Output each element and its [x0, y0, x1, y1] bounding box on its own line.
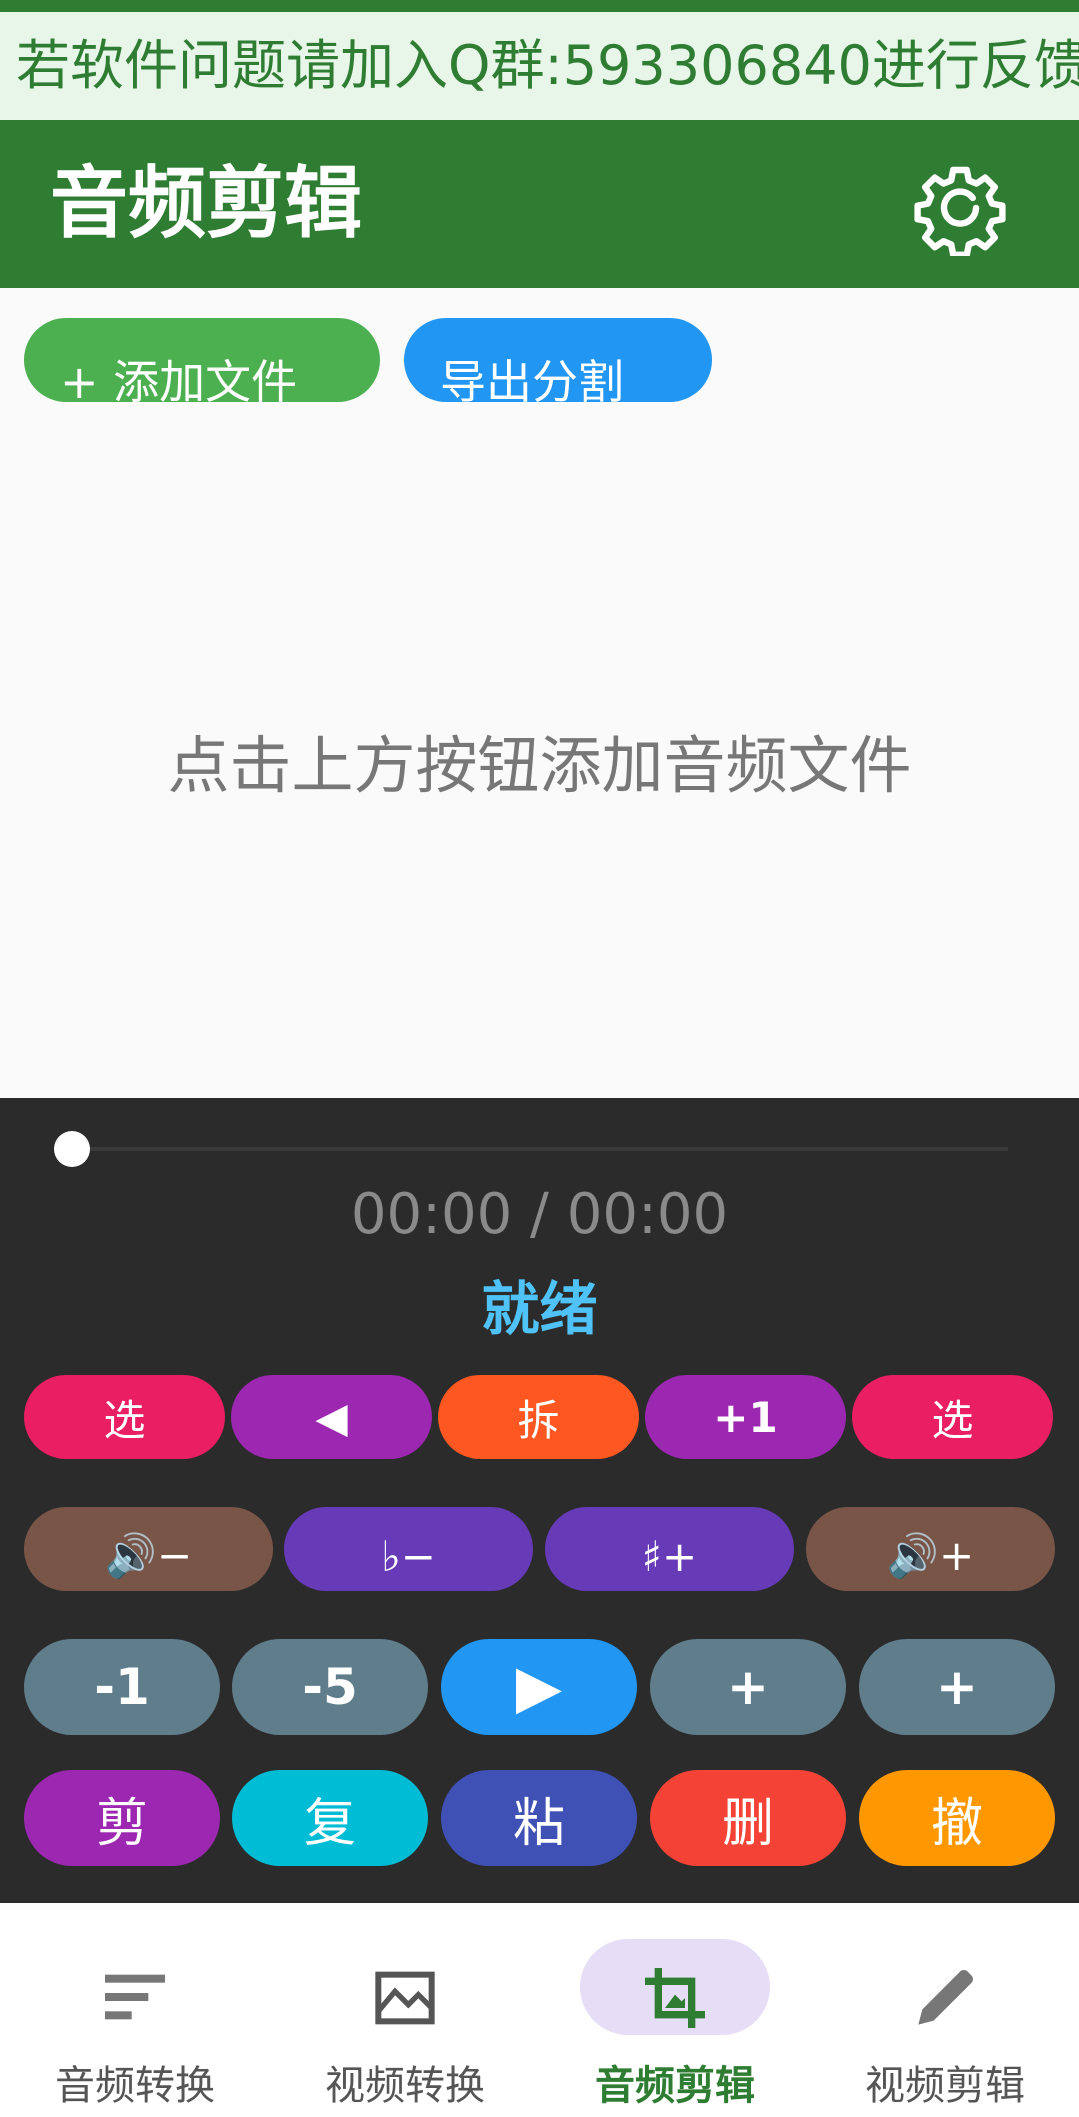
time-readout: 00:00 / 00:00: [350, 1182, 729, 1247]
empty-state-hint: 点击上方按钮添加音频文件: [167, 729, 912, 802]
copy-button[interactable]: 复: [232, 1770, 428, 1866]
image-frame-icon: [375, 1971, 435, 2025]
back-one-button[interactable]: -1: [24, 1639, 220, 1735]
forward-button-2[interactable]: +: [859, 1639, 1055, 1735]
cut-button[interactable]: 剪: [24, 1770, 220, 1866]
play-button[interactable]: ▶: [441, 1639, 637, 1735]
delete-button[interactable]: 删: [650, 1770, 846, 1866]
plus-one-button[interactable]: +1: [645, 1375, 846, 1459]
status-strip: [0, 0, 1079, 12]
export-split-button[interactable]: 导出分割: [404, 318, 712, 402]
forward-button-1[interactable]: +: [650, 1639, 846, 1735]
volume-up-button[interactable]: 🔊+: [806, 1507, 1055, 1591]
nav-item-video-convert[interactable]: 视频转换: [270, 1903, 540, 2117]
crop-icon: [645, 1968, 705, 2028]
previous-button[interactable]: ◀: [231, 1375, 432, 1459]
paste-button[interactable]: 粘: [441, 1770, 637, 1866]
nav-item-audio-convert[interactable]: 音频转换: [0, 1903, 270, 2117]
seek-thumb[interactable]: [54, 1131, 90, 1167]
page-title: 音频剪辑: [50, 159, 363, 249]
pitch-down-button[interactable]: ♭−: [284, 1507, 533, 1591]
add-file-button[interactable]: + 添加文件: [24, 318, 380, 402]
pitch-up-button[interactable]: ♯+: [545, 1507, 794, 1591]
settings-gear-icon[interactable]: [912, 160, 1008, 256]
nav-label: 音频转换: [55, 2063, 215, 2109]
nav-item-audio-edit[interactable]: 音频剪辑: [540, 1903, 810, 2117]
pencil-icon: [918, 1970, 973, 2025]
select-end-button[interactable]: 选: [852, 1375, 1053, 1459]
select-start-button[interactable]: 选: [24, 1375, 225, 1459]
nav-label: 视频剪辑: [865, 2063, 1025, 2109]
status-text: 就绪: [481, 1275, 598, 1343]
back-five-button[interactable]: -5: [232, 1639, 428, 1735]
undo-button[interactable]: 撤: [859, 1770, 1055, 1866]
split-button[interactable]: 拆: [438, 1375, 639, 1459]
volume-down-button[interactable]: 🔊−: [24, 1507, 273, 1591]
sort-lines-icon: [105, 1974, 165, 2020]
nav-label: 音频剪辑: [595, 2063, 755, 2109]
feedback-notice: 若软件问题请加入Q群:593306840进行反馈: [0, 12, 1079, 120]
nav-item-video-edit[interactable]: 视频剪辑: [810, 1903, 1079, 2117]
nav-label: 视频转换: [325, 2063, 485, 2109]
seek-bar[interactable]: [72, 1147, 1008, 1151]
